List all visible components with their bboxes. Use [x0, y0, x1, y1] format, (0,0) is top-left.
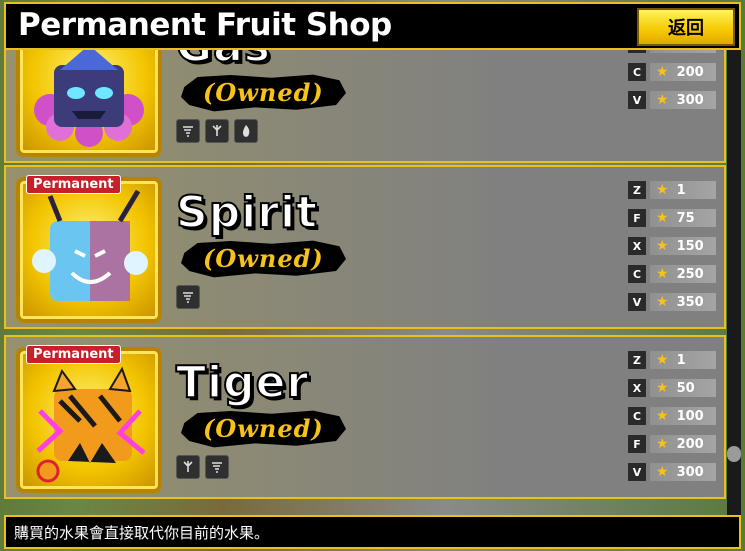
- move-level: 200: [676, 64, 704, 80]
- move-row: F ★ 75: [628, 209, 716, 227]
- star-icon: ★: [656, 238, 669, 254]
- move-row: X ★ 100: [628, 50, 716, 53]
- move-level: 1: [676, 182, 686, 198]
- star-icon: ★: [656, 50, 669, 52]
- move-level: 150: [676, 238, 704, 254]
- move-list: Z ★ 1 F ★ 75 X ★ 150 C ★ 250 V ★ 350: [628, 181, 716, 311]
- ability-icons: [176, 285, 200, 309]
- move-row: V ★ 300: [628, 463, 716, 481]
- tornado-icon: [176, 285, 200, 309]
- tiger-fruit-icon: Permanent: [16, 345, 162, 493]
- move-level: 100: [676, 408, 704, 424]
- fruit-name: Tiger: [175, 356, 310, 409]
- title-bar: Permanent Fruit Shop 返回: [4, 2, 741, 50]
- move-level: 50: [676, 380, 695, 396]
- tiger-fruit-art: [36, 366, 146, 483]
- star-icon: ★: [656, 408, 669, 424]
- star-icon: ★: [656, 464, 669, 480]
- fruit-card-gas[interactable]: Gas (Owned) ★ X★100 C★200 V★3: [4, 50, 726, 163]
- scrollbar-thumb[interactable]: [727, 446, 741, 462]
- star-icon: ★: [656, 266, 669, 282]
- move-key: V: [628, 293, 646, 311]
- move-row: C ★ 200: [628, 63, 716, 81]
- back-button[interactable]: 返回: [637, 8, 735, 46]
- star-icon: ★: [656, 64, 669, 80]
- move-list: ★ X ★ 100 C ★ 200 V ★ 300: [628, 50, 716, 109]
- move-key: X: [628, 237, 646, 255]
- move-level: 350: [676, 294, 704, 310]
- move-level: 100: [677, 50, 704, 52]
- star-icon: ★: [656, 294, 669, 310]
- star-icon: ★: [656, 436, 669, 452]
- move-row: X ★ 150: [628, 237, 716, 255]
- star-icon: ★: [656, 92, 669, 108]
- move-key: X: [628, 379, 646, 397]
- move-level: 1: [676, 352, 686, 368]
- move-row: Z ★ 1: [628, 181, 716, 199]
- move-row: C ★ 100: [628, 407, 716, 425]
- move-list: Z ★ 1 X ★ 50 C ★ 100 F ★ 200 V ★ 300: [628, 351, 716, 481]
- flower-icon: [205, 119, 229, 143]
- fruit-name: Spirit: [175, 186, 319, 239]
- spirit-fruit-art: [32, 189, 148, 301]
- tornado-icon: [205, 455, 229, 479]
- move-key: C: [628, 407, 646, 425]
- fruit-shop-window: Permanent Fruit Shop 返回 Gas (Own: [0, 0, 745, 551]
- fruit-list[interactable]: Gas (Owned) ★ X★100 C★200 V★3: [4, 50, 726, 515]
- footer-notice: 購買的水果會直接取代你目前的水果。: [4, 515, 741, 549]
- fruit-card-spirit[interactable]: Permanent Spirit (Owned) Z ★ 1 F ★ 75 X ★ 150 …: [4, 165, 726, 329]
- tornado-icon: [176, 119, 200, 143]
- move-key: X: [628, 50, 646, 53]
- owned-label: (Owned): [181, 409, 346, 449]
- move-key: V: [628, 91, 646, 109]
- move-level: 300: [676, 92, 704, 108]
- owned-label: (Owned): [181, 73, 346, 113]
- move-row: V ★ 300: [628, 91, 716, 109]
- permanent-badge: Permanent: [26, 175, 121, 194]
- move-key: C: [628, 265, 646, 283]
- move-row: C ★ 250: [628, 265, 716, 283]
- move-key: C: [628, 63, 646, 81]
- fruit-card-tiger[interactable]: Permanent Tiger (Owned) Z ★ 1 X ★ 50 C ★ 100 F…: [4, 335, 726, 499]
- star-icon: ★: [656, 352, 669, 368]
- star-icon: ★: [656, 182, 669, 198]
- flower-icon: [176, 455, 200, 479]
- move-key: F: [628, 435, 646, 453]
- ability-icons: [176, 455, 229, 479]
- move-level: 75: [676, 210, 695, 226]
- permanent-badge: Permanent: [26, 345, 121, 364]
- shop-title: Permanent Fruit Shop: [18, 7, 392, 43]
- move-row: V ★ 350: [628, 293, 716, 311]
- move-key: Z: [628, 181, 646, 199]
- move-row: F ★ 200: [628, 435, 716, 453]
- spirit-fruit-icon: Permanent: [16, 175, 162, 323]
- owned-label: (Owned): [181, 239, 346, 279]
- move-row: X ★ 50: [628, 379, 716, 397]
- flame-icon: [234, 119, 258, 143]
- move-key: F: [628, 209, 646, 227]
- gas-fruit-art: [34, 50, 144, 147]
- move-row: Z ★ 1: [628, 351, 716, 369]
- star-icon: ★: [656, 380, 669, 396]
- move-key: Z: [628, 351, 646, 369]
- star-icon: ★: [656, 210, 669, 226]
- move-level: 300: [676, 464, 704, 480]
- fruit-name: Gas: [175, 50, 271, 73]
- move-key: V: [628, 463, 646, 481]
- move-level: 250: [676, 266, 704, 282]
- ability-icons: [176, 119, 258, 143]
- gas-fruit-icon: [16, 50, 162, 157]
- move-level: 200: [676, 436, 704, 452]
